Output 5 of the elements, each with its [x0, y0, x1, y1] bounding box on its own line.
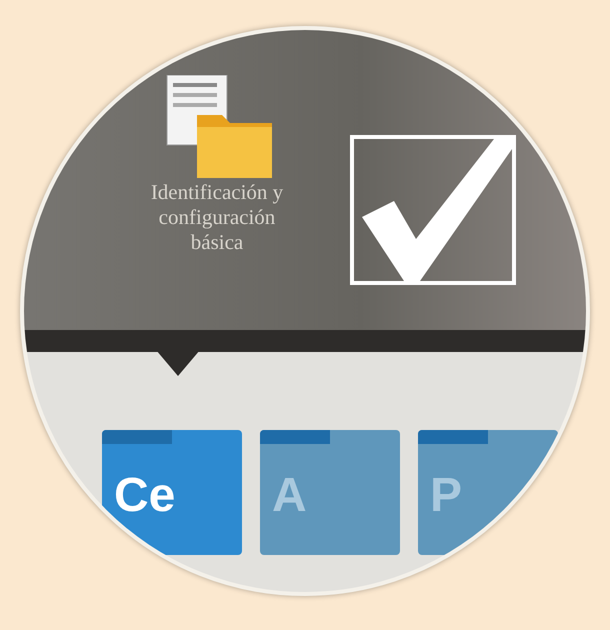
checkbox[interactable] [350, 135, 516, 285]
item-label: Identificación y configuración básica [150, 180, 284, 256]
app-tile[interactable]: A [260, 430, 400, 555]
app-tile[interactable]: P [418, 430, 558, 555]
app-tile[interactable]: Ce [102, 430, 242, 555]
